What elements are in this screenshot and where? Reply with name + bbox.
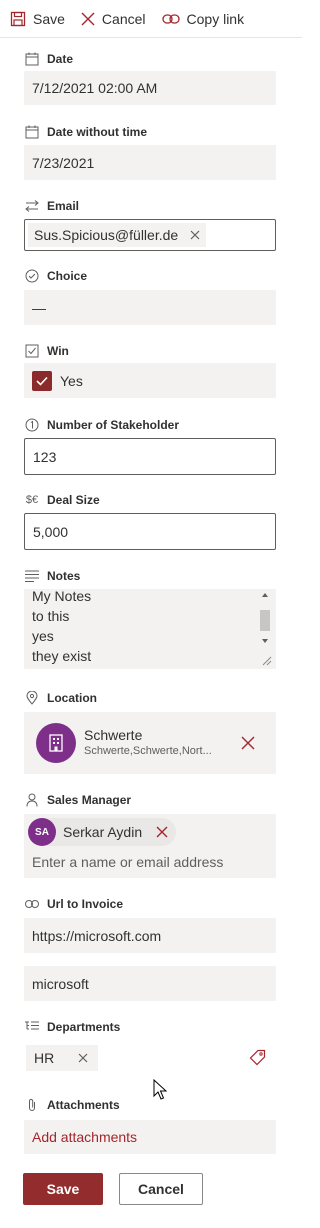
building-icon [36,723,76,763]
cancel-command-label: Cancel [101,10,146,27]
copy-link-label: Copy link [186,10,245,27]
deal-size-value: 5,000 [33,523,69,540]
save-command-label: Save [33,10,65,27]
copy-link-command[interactable]: Copy link [161,3,245,35]
link-icon [161,13,180,24]
tag-picker-icon[interactable] [249,1049,266,1066]
attachments-label: Attachments [24,1097,120,1113]
persona-name: Serkar Aydin [63,824,143,840]
check-circle-icon [24,268,40,284]
email-chip: Sus.Spicious@füller.de [28,223,207,247]
add-attachments-field[interactable]: Add attachments [24,1120,276,1154]
notes-line: they exist [32,648,92,664]
win-label: Win [24,343,69,359]
notes-line: yes [32,628,54,644]
taxonomy-icon [24,1019,40,1035]
remove-tag-icon[interactable] [78,1053,88,1063]
cancel-command[interactable]: Cancel [81,3,146,35]
win-checkbox[interactable] [32,370,52,391]
location-card[interactable]: Schwerte Schwerte,Schwerte,Nort... [24,712,276,774]
resize-handle-icon[interactable] [260,654,272,666]
department-tag: HR [26,1044,99,1071]
text-lines-icon [24,568,40,584]
cancel-button[interactable]: Cancel [119,1173,203,1205]
calendar-icon [24,124,40,140]
url-description-value: microsoft [32,975,89,992]
url-description-field[interactable]: microsoft [24,966,276,1001]
person-icon [24,792,40,808]
date-without-time-label: Date without time [24,124,147,140]
currency-icon: $€ [25,494,39,506]
notes-line: My Notes [32,588,92,604]
choice-label: Choice [24,268,87,284]
email-field[interactable]: Sus.Spicious@füller.de [24,219,276,251]
close-icon [81,12,95,25]
calendar-icon [24,51,40,67]
link-icon [24,896,40,912]
location-title: Schwerte [84,727,143,743]
add-attachments-link[interactable]: Add attachments [32,1129,137,1145]
people-picker-placeholder[interactable]: Enter a name or email address [32,854,223,870]
win-field[interactable]: Yes [24,363,276,398]
department-tag-label: HR [34,1049,55,1066]
swap-icon [24,198,40,214]
save-command[interactable]: Save [10,3,65,35]
persona-chip[interactable]: SA Serkar Aydin [28,818,177,846]
deal-size-label: $€ Deal Size [25,493,100,507]
url-label: Url to Invoice [24,896,123,912]
date-field[interactable]: 7/12/2021 02:00 AM [24,71,276,105]
command-bar: Save Cancel Copy link [0,0,302,38]
stakeholders-value: 123 [33,448,57,465]
departments-field[interactable]: HR [24,1043,276,1072]
remove-person-icon[interactable] [156,826,168,838]
date-without-time-field[interactable]: 7/23/2021 [24,145,276,180]
notes-label: Notes [24,568,80,584]
avatar: SA [28,818,56,846]
stakeholders-input[interactable]: 123 [24,438,276,475]
choice-field[interactable]: — [24,290,276,325]
deal-size-input[interactable]: 5,000 [24,513,276,550]
remove-location-icon[interactable] [241,736,255,755]
location-subtitle: Schwerte,Schwerte,Nort... [84,745,212,757]
url-address-value: https://microsoft.com [32,927,162,944]
choice-value: — [32,299,46,316]
date-without-time-value: 7/23/2021 [32,154,95,171]
remove-email-icon[interactable] [190,230,200,240]
stakeholders-label: Number of Stakeholder [24,417,179,433]
number-icon [24,417,40,433]
paperclip-icon [24,1097,40,1113]
notes-line: to this [32,608,70,624]
save-button[interactable]: Save [23,1173,103,1205]
save-icon [10,11,26,26]
win-value: Yes [60,372,83,389]
email-label: Email [24,198,79,214]
location-label: Location [24,690,97,706]
date-label: Date [24,51,73,67]
email-value: Sus.Spicious@füller.de [34,227,179,243]
url-address-field[interactable]: https://microsoft.com [24,918,276,953]
people-picker[interactable]: SA Serkar Aydin Enter a name or email ad… [24,814,276,878]
sales-manager-label: Sales Manager [24,792,131,808]
checkmark-icon [36,376,48,386]
departments-label: Departments [24,1019,120,1035]
checkbox-icon [24,343,40,359]
mouse-cursor-icon [153,1079,167,1100]
map-pin-icon [24,690,40,706]
notes-scrollbar[interactable] [258,590,272,648]
date-value: 7/12/2021 02:00 AM [32,80,158,96]
